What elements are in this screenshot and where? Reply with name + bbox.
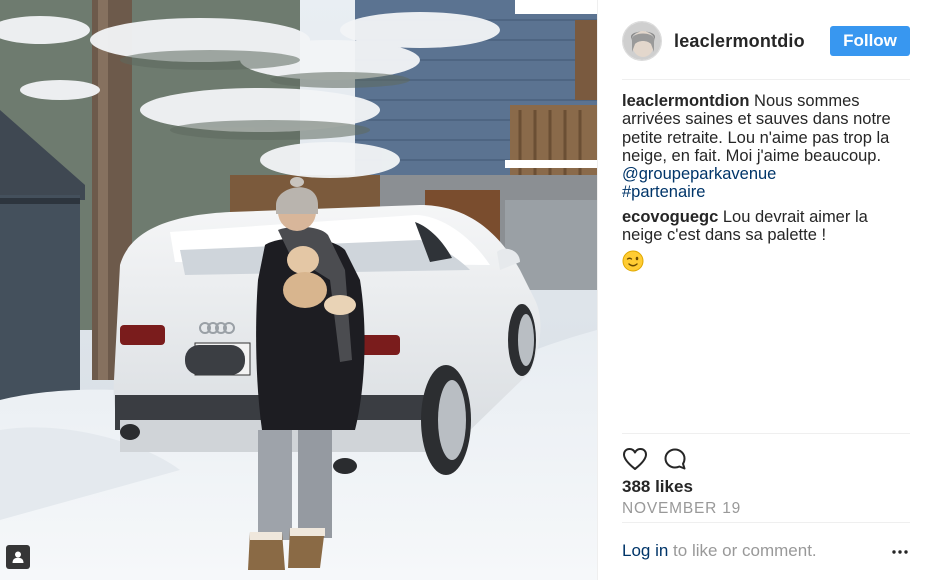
caption-comment: leaclermontdion Nous sommes arrivées sai… — [622, 92, 910, 202]
post-details-panel: leaclermontdio Follow leaclermontdion No… — [597, 0, 932, 580]
more-options-icon — [892, 550, 908, 554]
user-tag-icon — [12, 551, 24, 563]
login-prompt-text: to like or comment. — [668, 541, 817, 560]
post-photo[interactable] — [0, 0, 597, 580]
avatar[interactable] — [622, 21, 662, 61]
comment-button[interactable] — [662, 446, 688, 472]
login-link[interactable]: Log in — [622, 541, 668, 560]
hashtag-link[interactable]: #partenaire — [622, 183, 705, 201]
mention-link[interactable]: @groupeparkavenue — [622, 165, 776, 183]
snowy-car-photo — [0, 0, 597, 580]
like-button[interactable] — [622, 446, 648, 472]
more-options-button[interactable] — [890, 541, 910, 563]
heart-icon — [623, 448, 647, 470]
comment: ecovoguegc Lou devrait aimer la neige c'… — [622, 208, 910, 277]
user-tag-button[interactable] — [6, 545, 30, 569]
login-prompt: Log in to like or comment. — [622, 541, 910, 563]
post-date: NOVEMBER 19 — [622, 500, 742, 517]
follow-button[interactable]: Follow — [830, 26, 910, 56]
actions-divider — [622, 433, 910, 434]
comment-username[interactable]: ecovoguegc — [622, 208, 718, 226]
comments-list: leaclermontdion Nous sommes arrivées sai… — [622, 92, 910, 283]
post-author-username[interactable]: leaclermontdio — [674, 31, 805, 52]
comment-bubble-icon — [664, 448, 686, 470]
post-header: leaclermontdio Follow — [622, 19, 910, 63]
likes-count[interactable]: 388 likes — [622, 477, 693, 497]
footer-divider — [622, 522, 910, 523]
post-actions — [622, 446, 910, 472]
comment-username[interactable]: leaclermontdion — [622, 92, 749, 110]
winking-face-icon — [622, 250, 644, 272]
header-divider — [622, 79, 910, 80]
profile-photo — [623, 22, 661, 60]
